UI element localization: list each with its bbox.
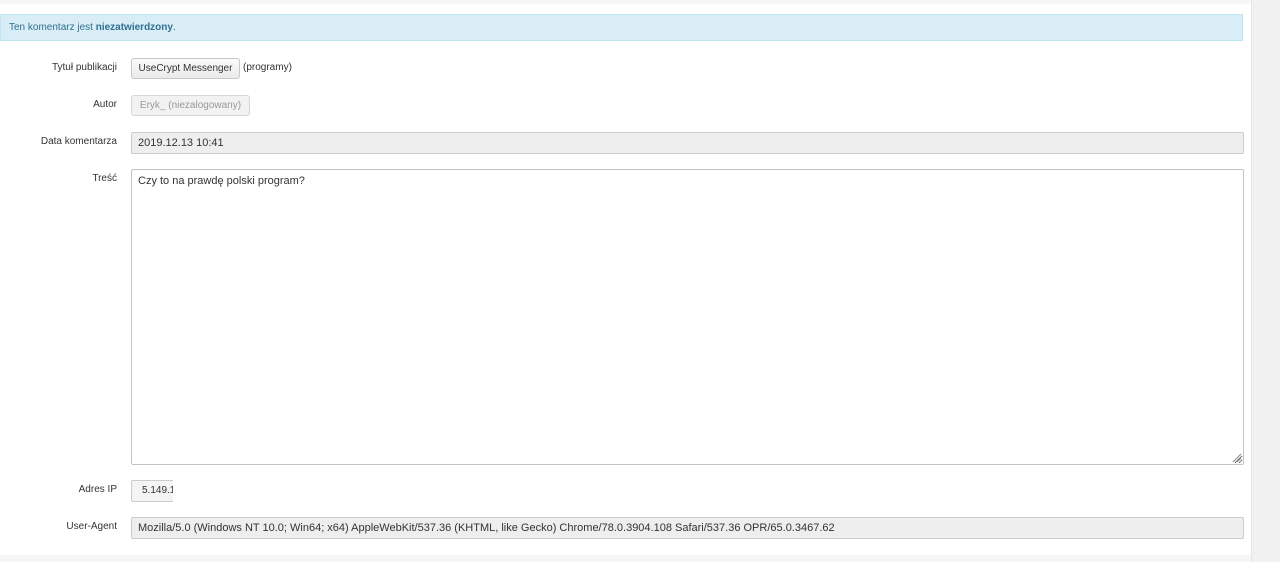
scrollbar-track[interactable] [1251,0,1280,562]
alert-suffix: . [172,22,176,33]
author-button: Eryk_ (niezalogowany) [131,95,250,116]
user-agent-field: Mozilla/5.0 (Windows NT 10.0; Win64; x64… [131,517,1244,539]
comment-date-field: 2019.12.13 10:41 [131,132,1244,154]
top-strip [0,0,1251,4]
alert-status: niezatwierdzony [95,22,173,33]
content-label: Treść [92,173,117,184]
ip-address-field: 5.149.1 [131,480,173,502]
comment-date-label: Data komentarza [40,136,117,147]
content-textarea[interactable]: Czy to na prawdę polski program? [131,169,1244,465]
user-agent-label: User-Agent [66,521,117,532]
author-label: Autor [93,99,117,110]
publication-category: (programy) [243,62,292,73]
ip-address-label: Adres IP [78,484,117,495]
alert-prefix: Ten komentarz jest [9,22,96,33]
status-alert: Ten komentarz jest niezatwierdzony. [0,14,1243,41]
publication-title-button[interactable]: UseCrypt Messenger [131,58,240,79]
publication-title-label: Tytuł publikacji [51,62,117,73]
bottom-strip [0,555,1251,562]
comment-detail-page: Ten komentarz jest niezatwierdzony. Tytu… [0,0,1251,562]
